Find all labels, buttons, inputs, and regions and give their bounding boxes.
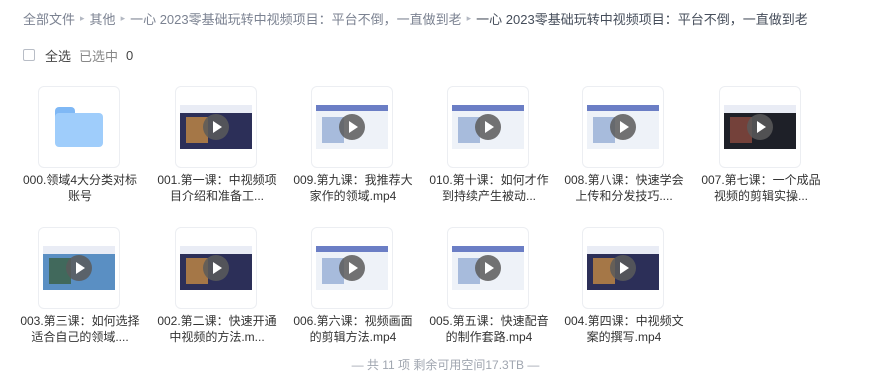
file-name: 005.第五课：快速配音的制作套路.mp4 — [429, 314, 549, 344]
play-icon — [203, 255, 229, 281]
file-name: 003.第三课：如何选择适合自己的领域.... — [20, 314, 140, 344]
video-preview — [180, 246, 252, 290]
file-name: 000.领域4大分类对标账号 — [22, 173, 138, 203]
file-name: 001.第一课：中视频项目介绍和准备工... — [157, 173, 277, 203]
play-icon — [339, 255, 365, 281]
video-preview — [452, 105, 524, 149]
file-thumbnail — [719, 86, 801, 168]
file-grid: 000.领域4大分类对标账号 001.第一课：中视频项目介绍和准备工... 00… — [0, 0, 891, 388]
file-thumbnail — [175, 227, 257, 309]
play-icon — [339, 114, 365, 140]
file-thumbnail — [447, 86, 529, 168]
video-preview — [587, 246, 659, 290]
play-icon — [475, 114, 501, 140]
file-name: 007.第七课：一个成品视频的剪辑实操... — [701, 173, 821, 203]
storage-summary: — 共 11 项 剩余可用空间17.3TB — — [351, 358, 540, 372]
file-name: 008.第八课：快速学会上传和分发技巧.... — [564, 173, 684, 203]
play-icon — [610, 255, 636, 281]
file-thumbnail — [582, 227, 664, 309]
video-preview — [587, 105, 659, 149]
file-thumbnail — [38, 227, 120, 309]
file-name: 002.第二课：快速开通中视频的方法.m... — [157, 314, 277, 344]
video-preview — [316, 105, 388, 149]
play-icon — [475, 255, 501, 281]
file-thumbnail — [175, 86, 257, 168]
file-name: 006.第六课：视频画面的剪辑方法.mp4 — [293, 314, 413, 344]
video-preview — [43, 246, 115, 290]
file-thumbnail — [447, 227, 529, 309]
folder-icon — [55, 107, 103, 147]
video-preview — [316, 246, 388, 290]
video-preview — [724, 105, 796, 149]
file-thumbnail — [582, 86, 664, 168]
play-icon — [747, 114, 773, 140]
file-thumbnail — [311, 86, 393, 168]
file-thumbnail — [38, 86, 120, 168]
video-preview — [180, 105, 252, 149]
file-thumbnail — [311, 227, 393, 309]
video-preview — [452, 246, 524, 290]
file-name: 010.第十课：如何才作到持续产生被动... — [429, 173, 549, 203]
file-name: 004.第四课：中视频文案的撰写.mp4 — [564, 314, 684, 344]
file-name: 009.第九课：我推荐大家作的领域.mp4 — [293, 173, 413, 203]
play-icon — [203, 114, 229, 140]
play-icon — [610, 114, 636, 140]
play-icon — [66, 255, 92, 281]
